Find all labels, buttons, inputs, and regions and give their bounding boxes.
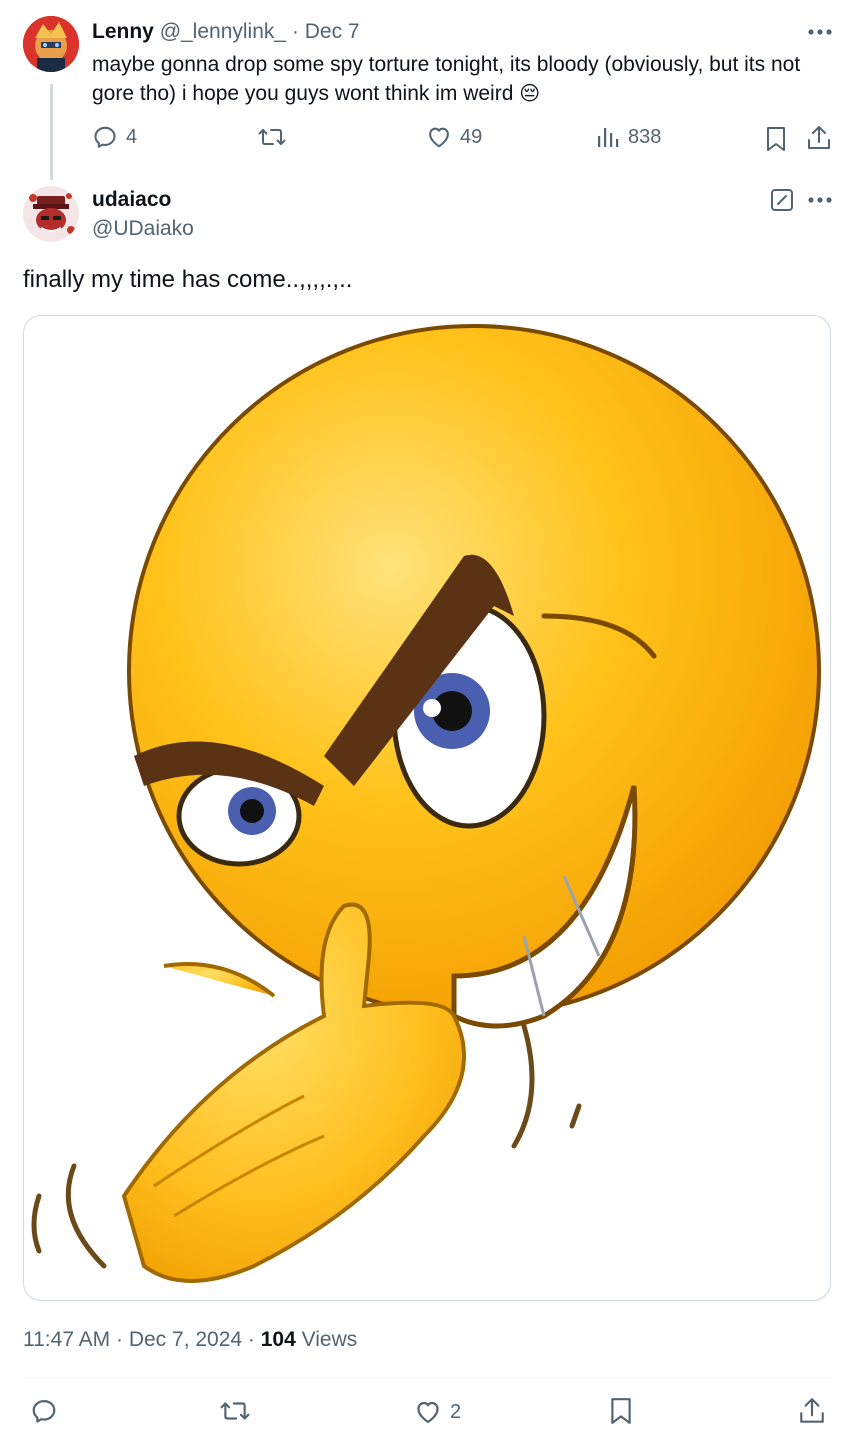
bookmark-icon xyxy=(608,1397,634,1425)
views-button[interactable]: 838 xyxy=(596,124,661,150)
divider xyxy=(23,1377,833,1378)
reply-icon xyxy=(92,124,118,150)
like-icon xyxy=(426,124,452,150)
timestamp[interactable]: 11:47 AM · Dec 7, 2024 · xyxy=(23,1328,261,1351)
retweet-icon xyxy=(258,124,286,150)
thread-line xyxy=(50,84,53,180)
retweet-button[interactable] xyxy=(258,124,286,150)
author-handle[interactable]: @UDaiako xyxy=(92,216,194,242)
tweet-date[interactable]: · Dec 7 xyxy=(292,20,360,43)
views-count: 838 xyxy=(628,125,662,148)
views-label: Views xyxy=(295,1328,358,1351)
more-icon[interactable] xyxy=(806,190,834,210)
share-icon xyxy=(798,1396,826,1426)
bookmark-button[interactable] xyxy=(608,1397,634,1425)
author-name[interactable]: Lenny xyxy=(92,20,154,43)
views-count: 104 xyxy=(260,1328,296,1351)
smirking-emoji-image xyxy=(31,324,821,1283)
views-icon xyxy=(596,124,620,150)
like-button[interactable]: 2 xyxy=(414,1398,461,1426)
bookmark-icon[interactable] xyxy=(764,126,788,152)
like-count: 2 xyxy=(450,1400,462,1423)
like-count: 49 xyxy=(460,125,483,148)
reply-count: 4 xyxy=(126,125,138,148)
reply-button[interactable] xyxy=(30,1397,58,1425)
avatar-lenny[interactable] xyxy=(23,16,79,72)
author-handle[interactable]: @_lennylink_ xyxy=(160,20,286,43)
author-name[interactable]: udaiaco xyxy=(92,187,171,213)
share-button[interactable] xyxy=(798,1396,826,1426)
avatar-udaiaco[interactable] xyxy=(23,186,79,242)
share-icon[interactable] xyxy=(806,124,832,152)
edit-icon[interactable] xyxy=(770,188,794,212)
retweet-icon xyxy=(220,1397,250,1425)
like-button[interactable]: 49 xyxy=(426,124,482,150)
like-icon xyxy=(414,1398,442,1426)
tweet-text: maybe gonna drop some spy torture tonigh… xyxy=(92,53,801,105)
tweet-media[interactable] xyxy=(23,315,831,1301)
tweet-text: finally my time has come..,,,,.,.. xyxy=(23,266,353,293)
more-icon[interactable] xyxy=(806,22,834,42)
retweet-button[interactable] xyxy=(220,1397,250,1425)
pensive-emoji: 😔 xyxy=(519,83,541,105)
reply-icon xyxy=(30,1397,58,1425)
reply-button[interactable]: 4 xyxy=(92,124,137,150)
